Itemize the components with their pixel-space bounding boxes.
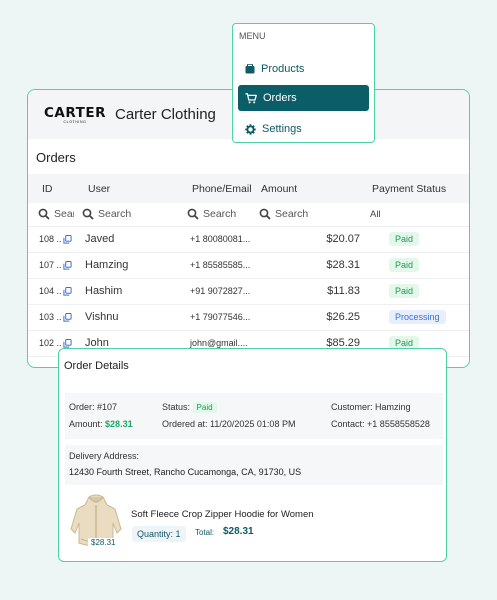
orders-title: Orders — [36, 150, 76, 165]
brand-logo: CARTER CLOTHING — [44, 106, 105, 124]
menu-item-products[interactable]: Products — [238, 56, 369, 82]
column-header-status[interactable]: Payment Status — [364, 174, 469, 203]
order-amount: $20.07 — [259, 226, 364, 253]
menu-item-label: Settings — [262, 123, 302, 135]
order-amount-detail: Amount: $28.31 — [69, 419, 133, 429]
order-summary: Order: #107 Amount: $28.31 Status: Paid … — [65, 393, 443, 439]
order-user: Hashim — [74, 278, 184, 305]
orders-table: ID User Phone/Email Amount Payment Statu… — [28, 174, 469, 357]
order-details-panel: Order Details Order: #107 Amount: $28.31… — [58, 348, 447, 562]
order-status-detail: Status: Paid — [162, 402, 217, 413]
status-badge: Paid — [192, 402, 217, 413]
product-name: Soft Fleece Crop Zipper Hoodie for Women — [131, 509, 314, 520]
column-header-id[interactable]: ID — [28, 174, 74, 203]
order-id: 104 .. — [39, 285, 62, 296]
order-id: 108 .. — [39, 233, 62, 244]
quantity-chip: Quantity: 1 — [132, 526, 186, 542]
column-header-phone[interactable]: Phone/Email — [184, 174, 259, 203]
main-menu: MENU Products Orders Settings — [232, 23, 375, 143]
address-label: Delivery Address: — [69, 451, 140, 461]
cart-icon — [245, 92, 257, 104]
status-badge: Paid — [389, 258, 420, 272]
user-search-input[interactable]: Search — [82, 208, 184, 220]
total-value: $28.31 — [223, 526, 254, 537]
logo-subtext: CLOTHING — [63, 119, 87, 124]
delivery-address: Delivery Address: 12430 Fourth Street, R… — [65, 445, 443, 485]
order-phone: +1 80080081... — [184, 226, 259, 253]
product-price: $28.31 — [88, 538, 119, 547]
status-badge: Paid — [389, 284, 420, 298]
table-header-row: ID User Phone/Email Amount Payment Statu… — [28, 174, 469, 203]
amount-search-input[interactable]: Search — [259, 208, 364, 220]
order-number: Order: #107 — [69, 402, 118, 412]
phone-search-input[interactable]: Search — [187, 208, 259, 220]
order-phone: +1 79077546... — [184, 304, 259, 331]
copy-icon[interactable] — [62, 313, 72, 322]
customer-contact: Contact: +1 8558558528 — [331, 419, 430, 429]
table-row[interactable]: 104 .. Hashim +91 9072827... $11.83 Paid — [28, 278, 469, 305]
order-id: 107 .. — [39, 259, 62, 270]
id-search-input[interactable]: Search — [38, 208, 74, 220]
status-badge: Paid — [389, 232, 420, 246]
copy-icon[interactable] — [62, 261, 72, 270]
copy-icon[interactable] — [62, 287, 72, 296]
table-row[interactable]: 107 .. Hamzing +1 85585585... $28.31 Pai… — [28, 252, 469, 279]
logo-text: CARTER — [44, 104, 106, 121]
status-badge: Processing — [389, 310, 446, 324]
box-icon — [245, 64, 255, 74]
order-id: 102 .. — [39, 337, 62, 348]
column-header-user[interactable]: User — [74, 174, 184, 203]
search-icon — [259, 208, 271, 220]
customer-name: Customer: Hamzing — [331, 402, 411, 412]
menu-item-orders[interactable]: Orders — [238, 85, 369, 111]
brand-name: Carter Clothing — [115, 106, 216, 123]
order-amount: $28.31 — [259, 252, 364, 279]
order-id: 103 .. — [39, 311, 62, 322]
gear-icon — [245, 123, 256, 135]
total-label: Total: — [195, 528, 215, 537]
menu-item-settings[interactable]: Settings — [238, 116, 369, 142]
menu-title: MENU — [239, 31, 266, 41]
table-row[interactable]: 103 .. Vishnu +1 79077546... $26.25 Proc… — [28, 304, 469, 331]
address-value: 12430 Fourth Street, Rancho Cucamonga, C… — [69, 467, 302, 477]
copy-icon[interactable] — [62, 339, 72, 348]
order-user: Hamzing — [74, 252, 184, 279]
menu-item-label: Orders — [263, 92, 297, 104]
order-phone: +91 9072827... — [184, 278, 259, 305]
menu-item-label: Products — [261, 63, 305, 75]
copy-icon[interactable] — [62, 235, 72, 244]
order-user: Vishnu — [74, 304, 184, 331]
order-amount: $11.83 — [259, 278, 364, 305]
order-user: Javed — [74, 226, 184, 253]
search-icon — [187, 208, 199, 220]
order-details-title: Order Details — [64, 360, 129, 372]
search-icon — [38, 208, 50, 220]
order-date: Ordered at: 11/20/2025 01:08 PM — [162, 419, 296, 429]
search-row: Search Search Search — [28, 203, 469, 227]
column-header-amount[interactable]: Amount — [259, 174, 364, 203]
status-filter-select[interactable]: All — [370, 209, 381, 220]
order-amount: $26.25 — [259, 304, 364, 331]
table-row[interactable]: 108 .. Javed +1 80080081... $20.07 Paid — [28, 226, 469, 253]
search-icon — [82, 208, 94, 220]
order-phone: +1 85585585... — [184, 252, 259, 279]
